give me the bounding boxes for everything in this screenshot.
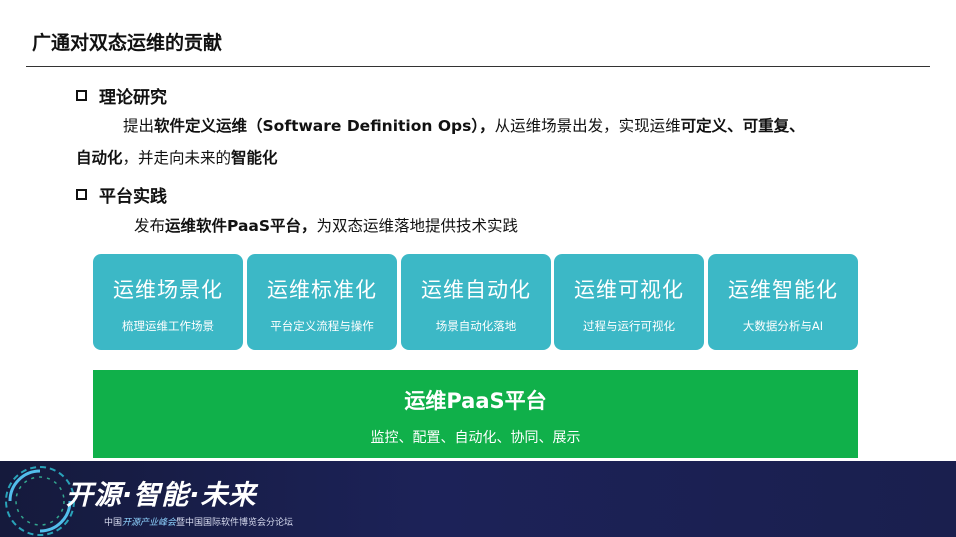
card-visualization: 运维可视化 过程与运行可视化	[554, 254, 704, 350]
text-run: 中国	[104, 518, 123, 528]
title-divider	[26, 66, 930, 67]
text-run-bold: 软件定义运维（Software Definition Ops），	[154, 117, 495, 135]
text-run: 发布	[134, 217, 166, 235]
card-intelligence: 运维智能化 大数据分析与AI	[708, 254, 858, 350]
platform-title: 运维PaaS平台	[404, 389, 547, 413]
card-subtitle: 梳理运维工作场景	[122, 319, 214, 333]
footer-slogan: 开源·智能·未来	[66, 480, 257, 511]
text-run-bold: 运维软件PaaS平台，	[165, 217, 317, 235]
card-subtitle: 平台定义流程与操作	[270, 319, 374, 333]
theory-line-2: 自动化，并走向未来的智能化	[76, 142, 278, 174]
text-run: 提出	[123, 117, 155, 135]
text-run-bold: 智能化	[231, 149, 278, 167]
paas-platform-box: 运维PaaS平台 监控、配置、自动化、协同、展示	[93, 370, 858, 458]
card-title: 运维可视化	[574, 278, 684, 302]
text-run: 从运维场景出发，实现运维	[494, 117, 681, 135]
card-scenario: 运维场景化 梳理运维工作场景	[93, 254, 243, 350]
practice-line: 发布运维软件PaaS平台，为双态运维落地提供技术实践	[134, 210, 518, 242]
section-theory-heading: 理论研究	[76, 83, 167, 108]
theory-line-1: 提出软件定义运维（Software Definition Ops），从运维场景出…	[123, 110, 805, 142]
card-subtitle: 场景自动化落地	[435, 319, 517, 333]
section-theory-label: 理论研究	[99, 88, 167, 108]
text-run-bold: 可定义、可重复、	[680, 117, 805, 135]
card-title: 运维智能化	[728, 278, 838, 302]
checkbox-icon	[76, 90, 87, 101]
section-practice-heading: 平台实践	[76, 182, 167, 207]
card-automation: 运维自动化 场景自动化落地	[401, 254, 551, 350]
text-run-accent: 开源产业峰会	[122, 518, 177, 528]
text-run-bold: 自动化	[76, 149, 123, 167]
text-run: ，并走向未来的	[122, 149, 232, 167]
card-title: 运维自动化	[421, 278, 531, 302]
card-subtitle: 过程与运行可视化	[583, 319, 675, 333]
footer-banner: 开源·智能·未来 中国开源产业峰会暨中国国际软件博览会分论坛	[0, 461, 956, 537]
card-title: 运维标准化	[267, 278, 377, 302]
platform-subtitle: 监控、配置、自动化、协同、展示	[370, 430, 581, 446]
checkbox-icon	[76, 189, 87, 200]
card-title: 运维场景化	[113, 278, 223, 302]
card-subtitle: 大数据分析与AI	[742, 319, 824, 333]
text-run: 暨中国国际软件博览会分论坛	[176, 518, 294, 528]
section-practice-label: 平台实践	[99, 187, 167, 207]
page-title: 广通对双态运维的贡献	[32, 32, 223, 54]
footer-subtitle: 中国开源产业峰会暨中国国际软件博览会分论坛	[104, 515, 293, 528]
card-standard: 运维标准化 平台定义流程与操作	[247, 254, 397, 350]
text-run: 为双态运维落地提供技术实践	[316, 217, 519, 235]
